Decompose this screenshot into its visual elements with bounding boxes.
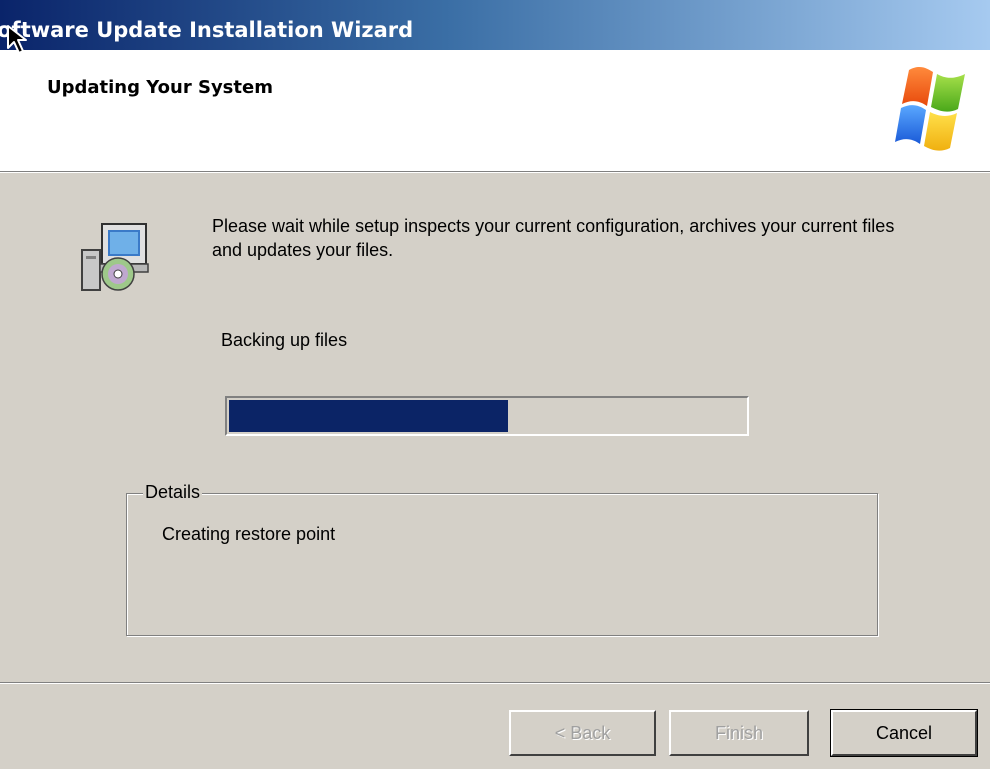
details-legend: Details xyxy=(143,482,203,503)
windows-flag-icon xyxy=(895,66,965,151)
details-text: Creating restore point xyxy=(162,524,336,544)
details-groupbox xyxy=(126,493,878,636)
page-title: Updating Your System xyxy=(47,77,273,98)
window-title: Software Update Installation Wizard xyxy=(0,18,414,42)
progress-bar xyxy=(225,396,749,436)
footer-divider xyxy=(0,682,990,684)
progress-fill xyxy=(229,400,508,432)
cancel-button[interactable]: Cancel xyxy=(830,709,978,757)
header-divider xyxy=(0,171,990,173)
back-button[interactable]: < Back xyxy=(509,710,656,756)
finish-button[interactable]: Finish xyxy=(669,710,809,756)
setup-computer-cd-icon xyxy=(81,223,149,291)
wizard-header: Updating Your System xyxy=(0,50,990,171)
status-text: Backing up files xyxy=(221,330,348,350)
mouse-pointer-icon xyxy=(7,25,27,54)
title-bar[interactable]: Software Update Installation Wizard xyxy=(0,0,990,50)
intro-text: Please wait while setup inspects your cu… xyxy=(212,216,895,260)
